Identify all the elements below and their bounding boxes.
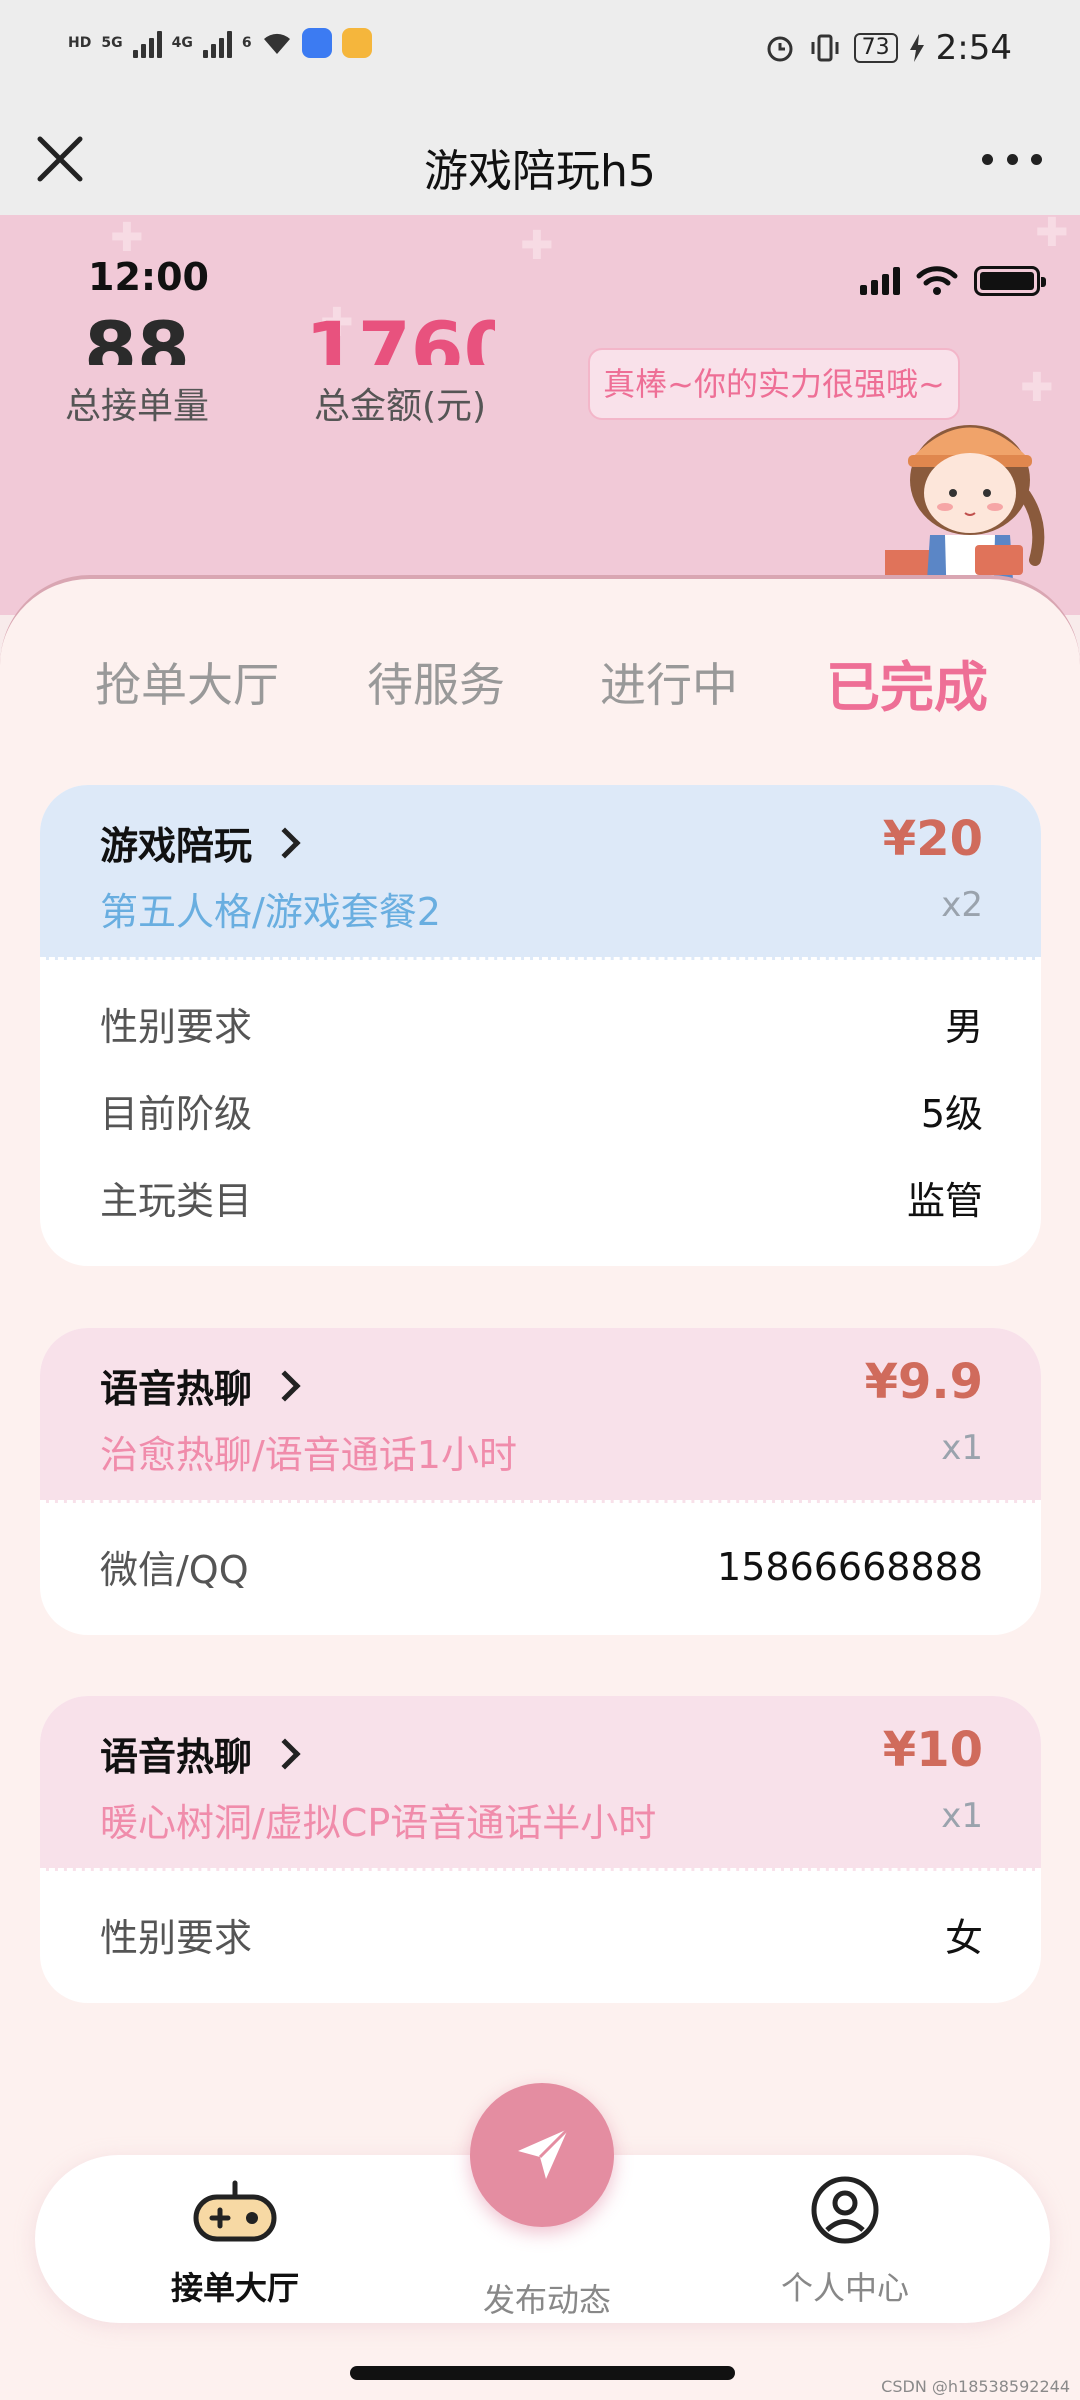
signal-icon-2 bbox=[202, 28, 232, 58]
watermark: CSDN @h18538592244 bbox=[881, 2377, 1070, 2396]
order-title-link[interactable]: 游戏陪玩 bbox=[100, 815, 301, 870]
system-time: 2:54 bbox=[935, 28, 1012, 68]
order-details: 微信/QQ 15866668888 bbox=[40, 1503, 1041, 1635]
battery-icon bbox=[974, 266, 1046, 296]
detail-value: 15866668888 bbox=[717, 1544, 983, 1589]
detail-row: 微信/QQ 15866668888 bbox=[100, 1523, 983, 1610]
battery-level: 73 bbox=[853, 33, 898, 63]
page-title: 游戏陪玩h5 bbox=[424, 146, 656, 197]
system-status-bar: HD 5G 4G 6 73 2:54 bbox=[0, 0, 1080, 105]
more-button[interactable] bbox=[982, 139, 1042, 179]
stat-value: 88 bbox=[84, 315, 190, 365]
stat-total-amount: 1760 总金额(元) bbox=[305, 315, 495, 429]
more-dot-icon bbox=[1006, 153, 1018, 165]
detail-row: 性别要求 男 bbox=[100, 980, 983, 1067]
user-icon bbox=[811, 2176, 879, 2244]
nav-item-profile[interactable]: 个人中心 bbox=[745, 2175, 945, 2309]
wifi-6-indicator: 6 bbox=[241, 35, 252, 51]
stat-label: 总金额(元) bbox=[313, 386, 487, 427]
title-bar: 游戏陪玩h5 bbox=[0, 105, 1080, 215]
order-title: 游戏陪玩 bbox=[100, 824, 253, 868]
detail-row: 性别要求 女 bbox=[100, 1891, 983, 1978]
stat-total-orders: 88 总接单量 bbox=[62, 315, 212, 429]
vibrate-icon bbox=[811, 34, 839, 62]
app-notification-icon-2 bbox=[341, 28, 372, 58]
sparkle-decoration: ✚ bbox=[1035, 215, 1069, 256]
stat-value: 1760 bbox=[305, 315, 495, 365]
home-indicator[interactable] bbox=[350, 2366, 735, 2380]
nav-label: 个人中心 bbox=[780, 2269, 909, 2307]
app-notification-icon bbox=[301, 28, 332, 58]
app-status-time: 12:00 bbox=[88, 255, 209, 299]
tab-in-progress[interactable]: 进行中 bbox=[600, 649, 738, 715]
order-title-link[interactable]: 语音热聊 bbox=[100, 1358, 301, 1413]
nav-item-order-hall[interactable]: 接单大厅 bbox=[135, 2175, 335, 2309]
nav-item-publish[interactable]: 发布动态 bbox=[447, 2275, 647, 2321]
more-dot-icon bbox=[1031, 153, 1042, 165]
detail-value: 监管 bbox=[906, 1179, 983, 1223]
5g-indicator: 5G bbox=[101, 35, 123, 51]
order-details: 性别要求 男 目前阶级 5级 主玩类目 监管 bbox=[40, 960, 1041, 1266]
stat-label: 总接单量 bbox=[64, 386, 209, 427]
detail-label: 微信/QQ bbox=[100, 1548, 249, 1592]
order-title-link[interactable]: 语音热聊 bbox=[100, 1726, 301, 1781]
tab-pending-service[interactable]: 待服务 bbox=[367, 649, 505, 715]
nav-label: 接单大厅 bbox=[170, 2269, 299, 2307]
publish-button[interactable] bbox=[470, 2083, 614, 2227]
detail-value: 女 bbox=[944, 1916, 983, 1960]
tab-grab-orders[interactable]: 抢单大厅 bbox=[95, 649, 279, 715]
detail-value: 5级 bbox=[920, 1092, 983, 1136]
order-quantity: x1 bbox=[941, 1428, 983, 1468]
order-price: ¥10 bbox=[882, 1722, 983, 1778]
order-card-header: 语音热聊 治愈热聊/语音通话1小时 ¥9.9 x1 bbox=[40, 1328, 1041, 1503]
wifi-icon bbox=[916, 266, 958, 295]
tab-completed[interactable]: 已完成 bbox=[826, 643, 988, 722]
order-price: ¥9.9 bbox=[864, 1354, 983, 1410]
charging-icon bbox=[909, 34, 924, 62]
order-quantity: x2 bbox=[941, 885, 983, 925]
order-tabs: 抢单大厅 待服务 进行中 已完成 bbox=[0, 649, 1080, 729]
detail-row: 主玩类目 监管 bbox=[100, 1154, 983, 1241]
order-details: 性别要求 女 bbox=[40, 1871, 1041, 2003]
order-quantity: x1 bbox=[941, 1796, 983, 1836]
alarm-icon bbox=[767, 36, 793, 62]
system-status-right: 73 2:54 bbox=[764, 28, 1012, 68]
chevron-right-icon bbox=[269, 1369, 301, 1402]
system-status-left: HD 5G 4G 6 bbox=[68, 28, 372, 58]
chevron-right-icon bbox=[269, 1737, 301, 1770]
cellular-icon bbox=[860, 267, 900, 295]
detail-label: 性别要求 bbox=[100, 1005, 253, 1049]
signal-icon bbox=[132, 28, 162, 58]
detail-label: 性别要求 bbox=[100, 1916, 253, 1960]
order-subtitle: 第五人格/游戏套餐2 bbox=[100, 890, 441, 934]
send-icon bbox=[518, 2127, 570, 2179]
detail-row: 目前阶级 5级 bbox=[100, 1067, 983, 1154]
order-card-header: 游戏陪玩 第五人格/游戏套餐2 ¥20 x2 bbox=[40, 785, 1041, 960]
wifi-icon bbox=[263, 33, 290, 54]
order-title: 语音热聊 bbox=[100, 1735, 253, 1779]
order-card-header: 语音热聊 暖心树洞/虚拟CP语音通话半小时 ¥10 x1 bbox=[40, 1696, 1041, 1871]
4g-indicator: 4G bbox=[171, 35, 193, 51]
chevron-right-icon bbox=[269, 826, 301, 859]
detail-label: 主玩类目 bbox=[100, 1179, 253, 1223]
order-subtitle: 治愈热聊/语音通话1小时 bbox=[100, 1433, 517, 1477]
order-title: 语音热聊 bbox=[100, 1367, 253, 1411]
detail-value: 男 bbox=[944, 1005, 983, 1049]
gamepad-icon bbox=[193, 2180, 277, 2242]
order-card[interactable]: 语音热聊 暖心树洞/虚拟CP语音通话半小时 ¥10 x1 性别要求 女 bbox=[40, 1696, 1041, 2003]
stats-header: ✚ ✚ ✚ ✚ ✚ 12:00 88 总接单量 1760 总金额(元) 真棒~你… bbox=[0, 215, 1080, 615]
app-status-icons bbox=[860, 265, 1046, 297]
order-card[interactable]: 游戏陪玩 第五人格/游戏套餐2 ¥20 x2 性别要求 男 目前阶级 5级 主玩… bbox=[40, 785, 1041, 1266]
detail-label: 目前阶级 bbox=[100, 1092, 253, 1136]
more-dot-icon bbox=[982, 153, 993, 165]
order-subtitle: 暖心树洞/虚拟CP语音通话半小时 bbox=[100, 1801, 657, 1845]
order-card[interactable]: 语音热聊 治愈热聊/语音通话1小时 ¥9.9 x1 微信/QQ 15866668… bbox=[40, 1328, 1041, 1635]
app-status-bar: 12:00 bbox=[0, 255, 1080, 315]
order-price: ¥20 bbox=[882, 811, 983, 867]
nav-label: 发布动态 bbox=[482, 2281, 611, 2319]
hd-indicator: HD bbox=[68, 35, 92, 51]
